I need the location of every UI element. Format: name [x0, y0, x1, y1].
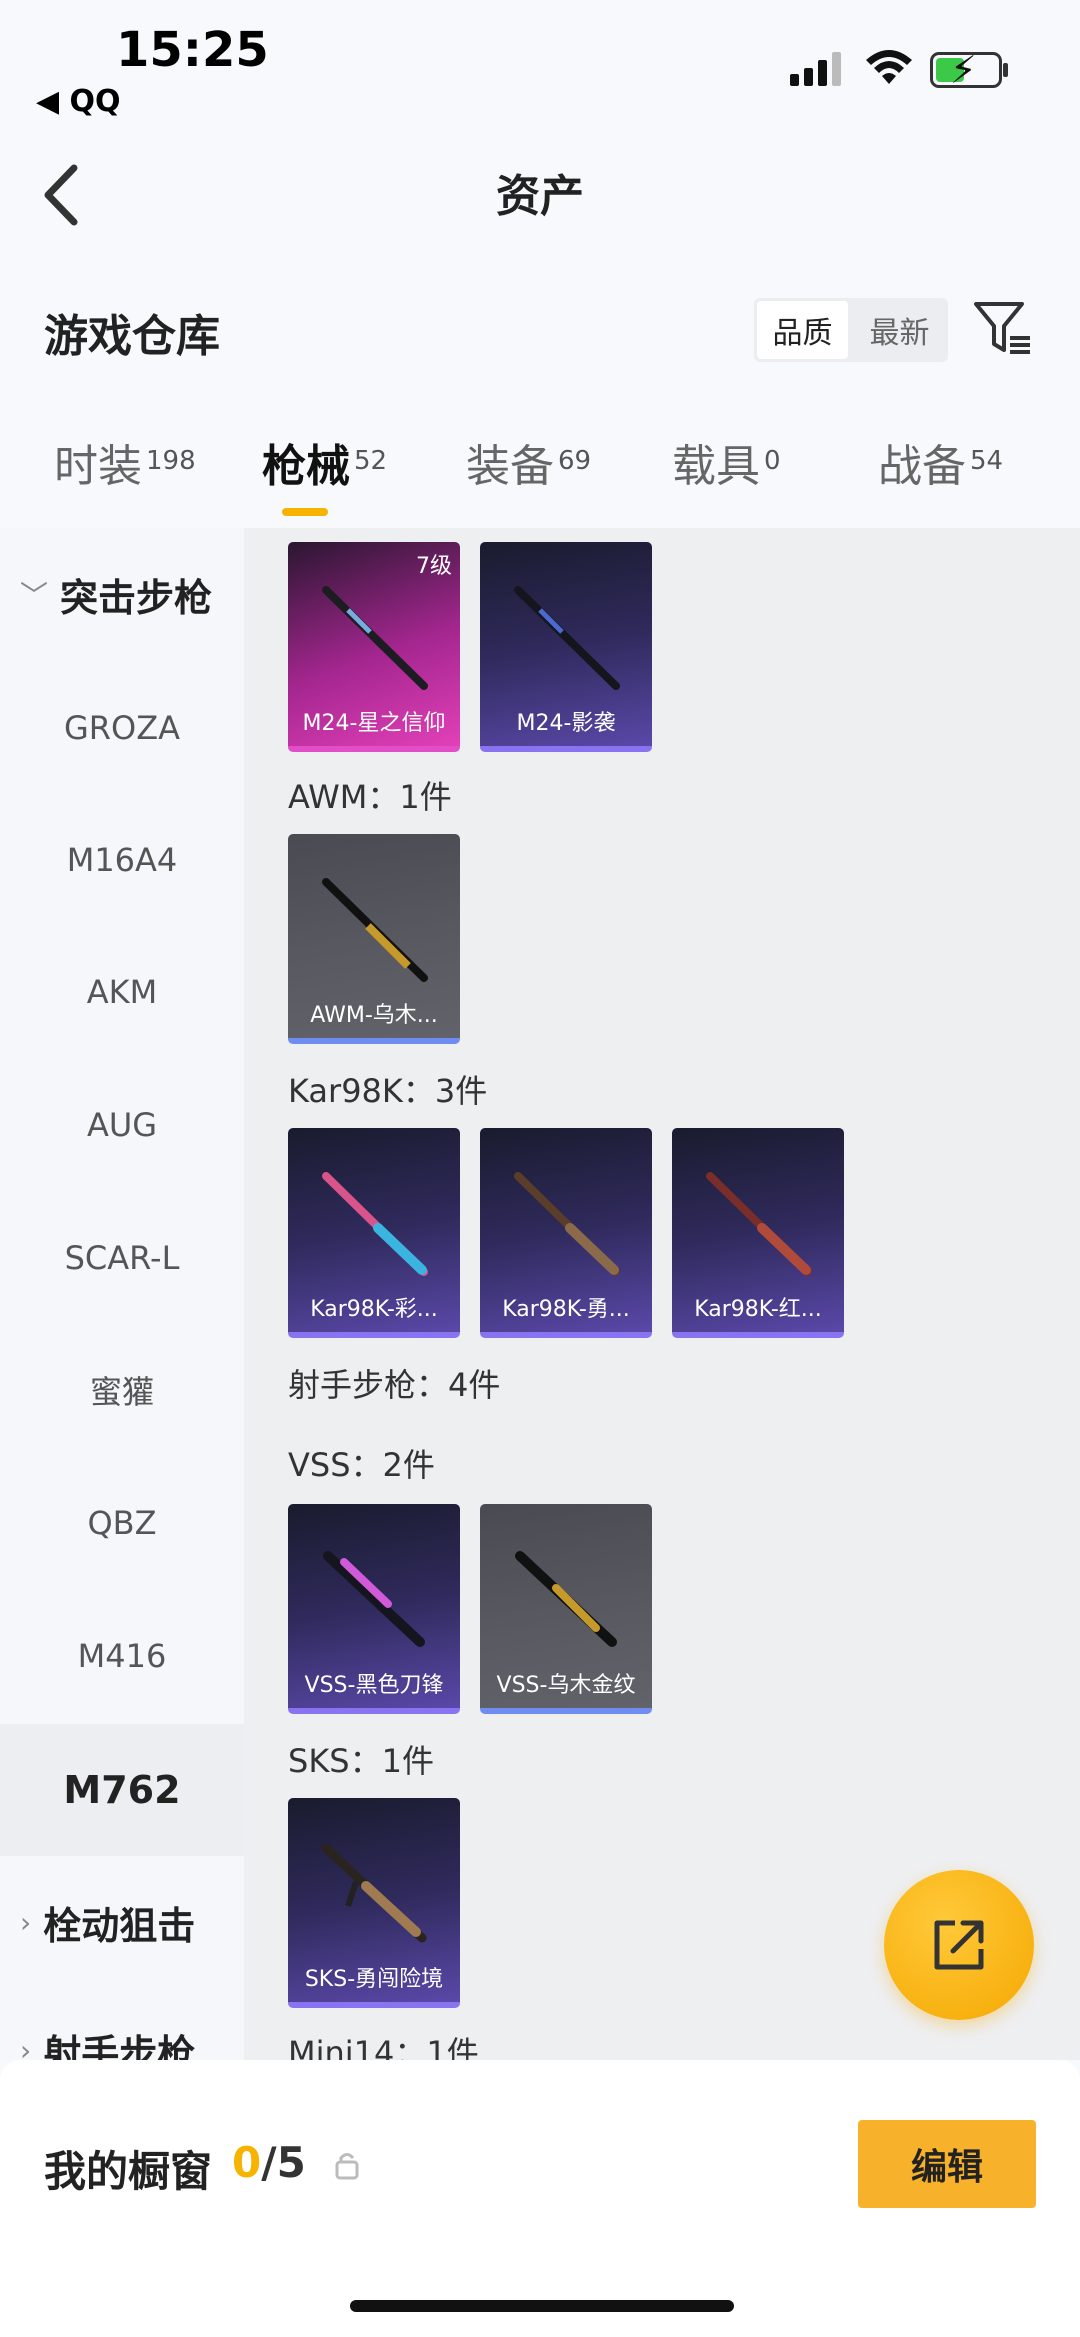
sidebar-group-dmr[interactable]: › 射手步枪	[0, 1984, 244, 2061]
battery-tip	[1003, 63, 1008, 77]
showcase-count: 0/5	[232, 2138, 306, 2187]
group-label-vss: VSS：2件	[288, 1446, 435, 1484]
sidebar-item-honey-badger[interactable]: 蜜獾	[0, 1324, 244, 1456]
rifle-icon	[706, 1172, 812, 1276]
weapon-grid: 7级 M24-星之信仰 M24-影袭 AWM：1件 AWM-乌木... Kar9…	[244, 528, 1080, 2060]
sidebar-item-akm[interactable]: AKM	[0, 926, 244, 1058]
sidebar-group-label: 突击步枪	[60, 575, 213, 620]
weapon-name: AWM-乌木...	[310, 1003, 438, 1028]
showcase-used: 0	[232, 2138, 262, 2187]
lock-icon	[335, 2153, 359, 2180]
weapon-name: VSS-黑色刀锋	[304, 1673, 444, 1698]
sort-latest-button[interactable]: 最新	[854, 301, 945, 359]
weapon-name: M24-影袭	[516, 711, 616, 736]
weapon-card[interactable]: 7级 M24-星之信仰	[288, 542, 460, 752]
sidebar-item-m416[interactable]: M416	[0, 1590, 244, 1722]
tab-label: 装备	[466, 441, 554, 492]
share-icon	[934, 1920, 984, 1970]
rifle-icon	[321, 1843, 427, 1943]
sidebar-item-qbz[interactable]: QBZ	[0, 1457, 244, 1589]
sniper-rifle-icon	[322, 878, 428, 982]
tab-equipment[interactable]: 装备 69	[466, 430, 591, 494]
page-title: 资产	[496, 171, 584, 222]
sidebar-group-assault-rifle[interactable]: ﹀ 突击步枪	[0, 528, 244, 660]
tab-battle-gear[interactable]: 战备 54	[878, 430, 1003, 494]
edit-button[interactable]: 编辑	[858, 2120, 1036, 2208]
showcase-bar: 我的橱窗 0/5 编辑	[0, 2060, 1080, 2337]
rifle-icon	[515, 1551, 617, 1647]
sidebar-group-label: 栓动狙击	[43, 1903, 196, 1948]
rifle-icon	[514, 1172, 620, 1276]
filter-icon[interactable]	[972, 298, 1032, 358]
rifle-icon	[323, 1551, 425, 1647]
tab-count: 54	[970, 446, 1004, 476]
weapon-name: Kar98K-红...	[694, 1297, 822, 1322]
tab-label: 时装	[54, 441, 142, 492]
weapon-category-sidebar: ﹀ 突击步枪 GROZA M16A4 AKM AUG SCAR-L 蜜獾 QBZ…	[0, 528, 244, 2060]
group-label-kar98k: Kar98K：3件	[288, 1072, 488, 1110]
sidebar-item-m16a4[interactable]: M16A4	[0, 794, 244, 926]
tab-label: 枪械	[262, 441, 350, 492]
charging-bolt-icon: ⚡	[950, 48, 977, 92]
weapon-card[interactable]: AWM-乌木...	[288, 834, 460, 1044]
weapon-card[interactable]: VSS-黑色刀锋	[288, 1504, 460, 1714]
tab-firearms[interactable]: 枪械 52	[262, 430, 387, 494]
weapon-card[interactable]: Kar98K-彩...	[288, 1128, 460, 1338]
share-fab-button[interactable]	[884, 1870, 1034, 2020]
showcase-label: 我的橱窗	[44, 2147, 213, 2196]
wifi-icon	[866, 50, 912, 84]
sidebar-item-aug[interactable]: AUG	[0, 1059, 244, 1191]
sidebar-group-label: 射手步枪	[43, 2031, 196, 2061]
weapon-card[interactable]: Kar98K-红...	[672, 1128, 844, 1338]
weapon-name: Kar98K-彩...	[310, 1297, 438, 1322]
sniper-rifle-icon	[322, 586, 428, 690]
weapon-card[interactable]: VSS-乌木金纹	[480, 1504, 652, 1714]
tab-fashion[interactable]: 时装 198	[54, 430, 196, 494]
sidebar-item-m762[interactable]: M762	[0, 1724, 244, 1856]
status-time: 15:25	[116, 22, 269, 78]
weapon-name: VSS-乌木金纹	[496, 1673, 636, 1698]
weapon-name: M24-星之信仰	[302, 711, 446, 736]
category-tabs: 时装 198 枪械 52 装备 69 载具 0 战备 54	[0, 430, 1080, 530]
sidebar-item-scar-l[interactable]: SCAR-L	[0, 1192, 244, 1324]
active-tab-indicator	[282, 508, 328, 516]
sort-quality-button[interactable]: 品质	[757, 301, 848, 359]
tab-count: 198	[146, 446, 196, 476]
chevron-right-icon: ›	[20, 1905, 32, 1939]
weapon-name: SKS-勇闯险境	[304, 1967, 444, 1992]
showcase-total: /5	[261, 2138, 306, 2187]
rifle-icon	[322, 1172, 428, 1276]
sort-toggle: 品质 最新	[754, 298, 948, 362]
tab-count: 52	[354, 446, 388, 476]
section-title: 游戏仓库	[44, 311, 220, 362]
group-label-sks: SKS：1件	[288, 1742, 434, 1780]
sniper-rifle-icon	[514, 586, 620, 690]
group-label-mini14: Mini14：1件	[288, 2034, 479, 2060]
tab-label: 战备	[878, 441, 966, 492]
chevron-down-icon: ﹀	[20, 579, 49, 612]
group-label-dmr: 射手步枪：4件	[288, 1366, 501, 1404]
weapon-card[interactable]: SKS-勇闯险境	[288, 1798, 460, 2008]
group-label-awm: AWM：1件	[288, 778, 452, 816]
weapon-card[interactable]: M24-影袭	[480, 542, 652, 752]
tab-vehicles[interactable]: 载具 0	[672, 430, 781, 494]
chevron-right-icon: ›	[20, 2033, 32, 2061]
sidebar-group-bolt-sniper[interactable]: › 栓动狙击	[0, 1856, 244, 1988]
tab-count: 69	[558, 446, 592, 476]
weapon-name: Kar98K-勇...	[502, 1297, 630, 1322]
weapon-card[interactable]: Kar98K-勇...	[480, 1128, 652, 1338]
sidebar-item-groza[interactable]: GROZA	[0, 662, 244, 794]
status-bar: 15:25 ◀ QQ ⚡	[0, 0, 1080, 130]
back-to-app-link[interactable]: ◀ QQ	[36, 84, 121, 119]
home-indicator	[350, 2300, 734, 2312]
tab-label: 载具	[672, 441, 760, 492]
tab-count: 0	[764, 446, 781, 476]
